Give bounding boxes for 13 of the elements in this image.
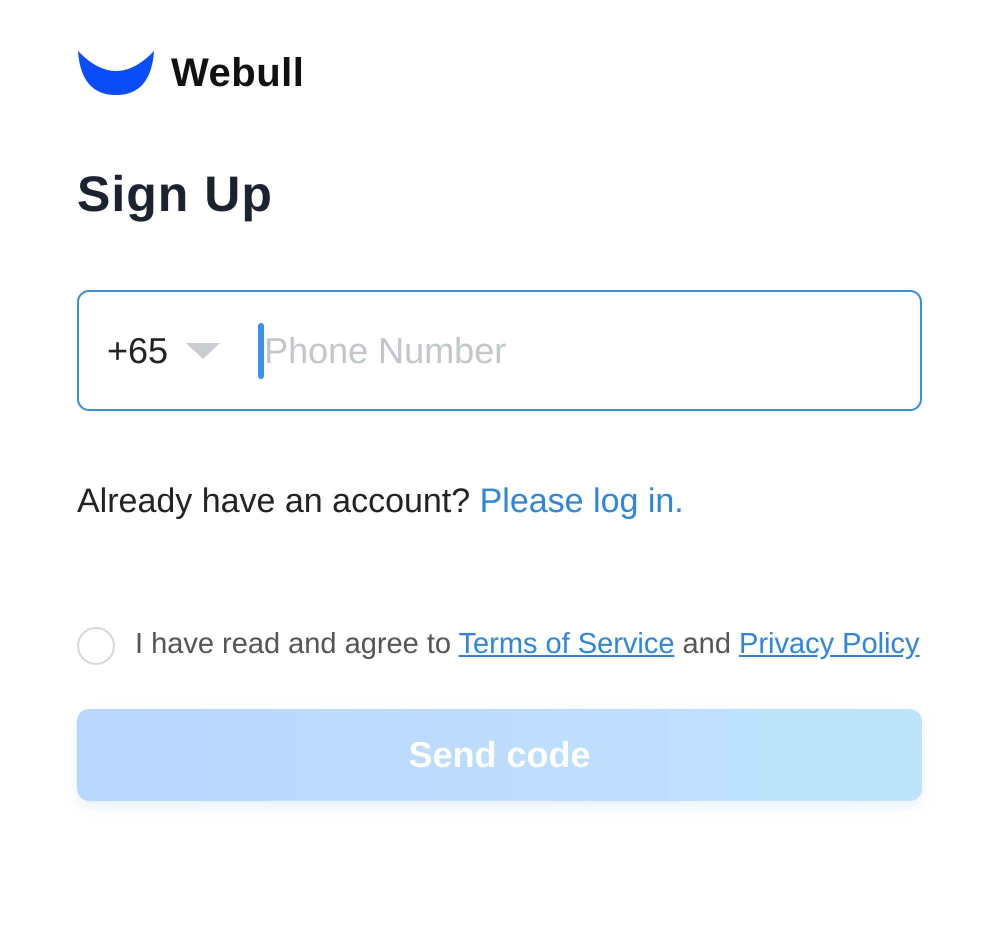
terms-link[interactable]: Terms of Service xyxy=(458,628,674,660)
page-title: Sign Up xyxy=(77,165,274,224)
text-cursor xyxy=(258,322,264,378)
agree-checkbox[interactable] xyxy=(77,627,115,665)
crescent-logo-icon xyxy=(77,49,155,97)
login-prompt: Already have an account? Please log in. xyxy=(77,481,685,522)
logo-text: Webull xyxy=(171,50,304,96)
country-code-dropdown[interactable]: +65 xyxy=(107,330,220,372)
phone-input-field[interactable]: +65 Phone Number xyxy=(77,290,922,411)
login-link[interactable]: Please log in. xyxy=(480,482,684,520)
caret-icon xyxy=(186,342,220,358)
terms-link[interactable]: Privacy Policy xyxy=(739,628,920,660)
agreement-text: I have read and agree to Terms of Service and Privacy Policy xyxy=(135,627,920,662)
